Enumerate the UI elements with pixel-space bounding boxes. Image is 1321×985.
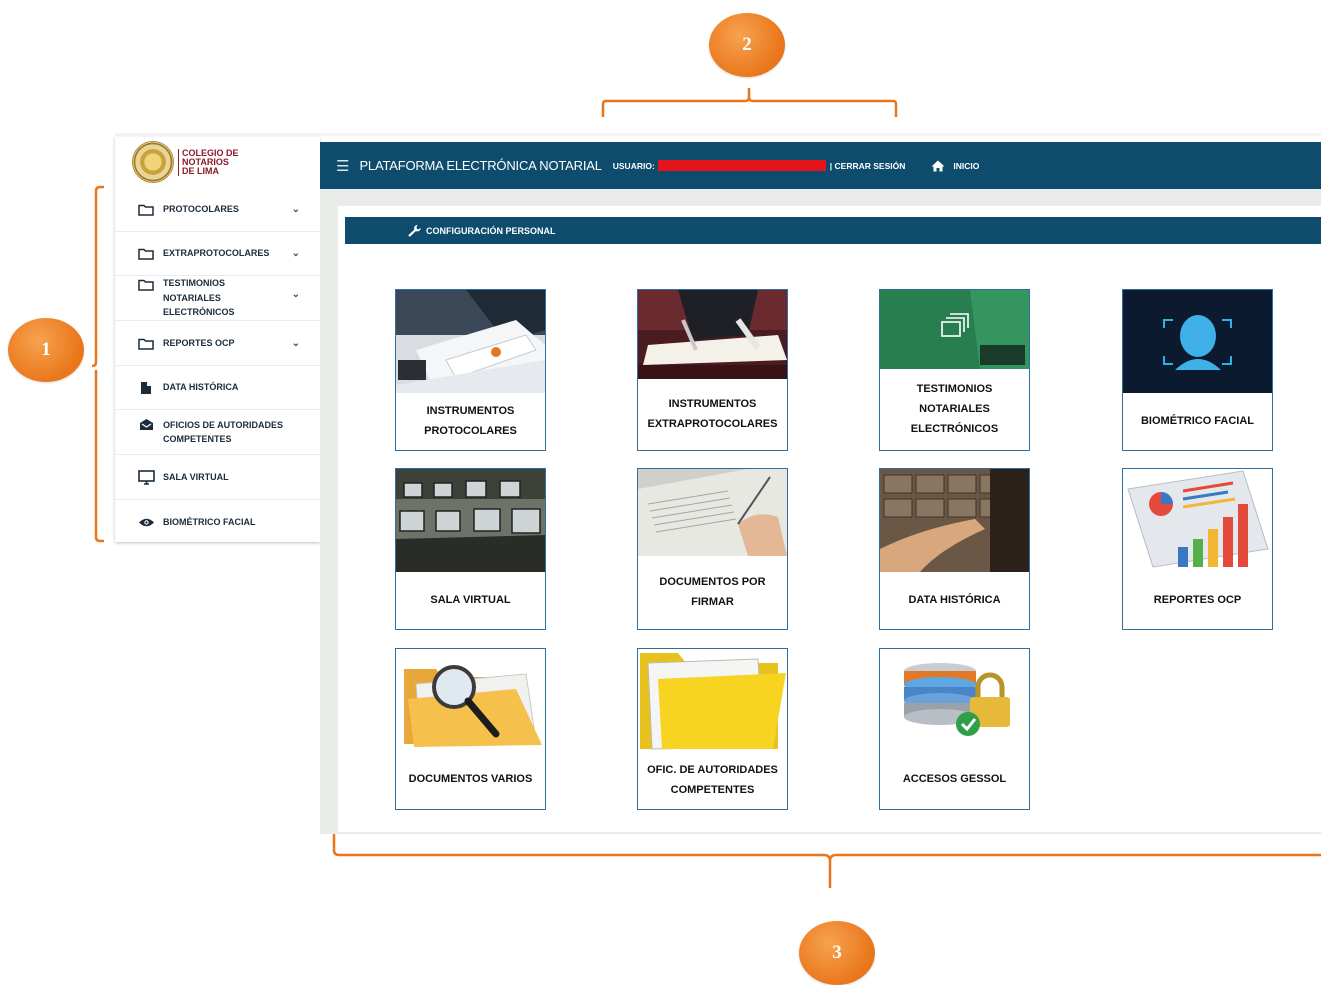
tile-label: OFIC. DE AUTORIDADES COMPETENTES [647,764,778,796]
home-label: INICIO [953,160,980,171]
archive-drawer-photo [880,469,1029,572]
tile-instrumentos-protocolares[interactable]: INSTRUMENTOS PROTOCOLARES [395,289,546,451]
tile-instrumentos-extraprotocolares[interactable]: INSTRUMENTOS EXTRAPROTOCOLARES [637,289,788,451]
sidebar-item-data-historica[interactable]: DATA HISTÓRICA [115,366,320,410]
sidebar-item-extraprotocolares[interactable]: EXTRAPROTOCOLARES ⌄ [115,232,320,276]
pen-signing-photo [638,290,787,379]
tile-testimonios-notariales[interactable]: TESTIMONIOS NOTARIALES ELECTRÓNICOS [879,289,1030,451]
user-label: USUARIO: [612,160,655,171]
reports-chart-image [1123,469,1272,572]
logo[interactable]: COLEGIO DE NOTARIOS DE LIMA [115,137,320,187]
envelope-open-icon [137,418,155,431]
sidebar: COLEGIO DE NOTARIOS DE LIMA PROTOCOLARES… [115,137,320,542]
tile-label: REPORTES OCP [1153,594,1242,606]
top-navbar: ☰ PLATAFORMA ELECTRÓNICA NOTARIAL USUARI… [320,142,1321,189]
tile-label: DATA HISTÓRICA [908,594,1001,606]
chevron-down-icon[interactable]: ⌄ [292,338,300,349]
sidebar-item-reportes-ocp[interactable]: REPORTES OCP ⌄ [115,321,320,366]
folder-icon [137,337,155,350]
logo-text: COLEGIO DE NOTARIOS DE LIMA [178,148,239,176]
folder-icon [137,247,155,260]
redacted-username [657,160,826,171]
tile-label: TESTIMONIOS NOTARIALES ELECTRÓNICOS [910,383,999,435]
eye-icon [137,517,155,528]
tile-label: DOCUMENTOS POR FIRMAR [659,576,766,608]
document-signing-photo [396,290,545,393]
tile-accesos-gessol[interactable]: ACCESOS GESSOL [879,648,1030,810]
top-divider [115,133,1321,136]
sidebar-item-sala-virtual[interactable]: SALA VIRTUAL [115,455,320,500]
chevron-down-icon[interactable]: ⌄ [292,204,300,215]
home-link[interactable]: INICIO [931,160,979,172]
sidebar-item-biometrico[interactable]: BIOMÉTRICO FACIAL [115,500,320,544]
tile-label: INSTRUMENTOS PROTOCOLARES [424,405,517,437]
monitor-icon [137,469,155,485]
yellow-folder-image [638,649,787,752]
sidebar-item-testimonios[interactable]: TESTIMONIOS NOTARIALES ELECTRÓNICOS ⌄ [115,276,320,321]
folder-magnifier-image [396,649,545,750]
computer-room-photo [396,469,545,572]
digital-files-photo [880,290,1029,369]
hamburger-menu-icon[interactable]: ☰ [336,157,349,175]
platform-title: PLATAFORMA ELECTRÓNICA NOTARIAL [359,158,602,173]
chevron-down-icon[interactable]: ⌄ [292,248,300,259]
chevron-down-icon[interactable]: ⌄ [292,289,300,300]
tile-sala-virtual[interactable]: SALA VIRTUAL [395,468,546,630]
home-icon [931,160,945,171]
database-lock-image [880,649,1029,750]
face-scan-image [1123,290,1272,393]
tile-documentos-varios[interactable]: DOCUMENTOS VARIOS [395,648,546,810]
tile-reportes-ocp[interactable]: REPORTES OCP [1122,468,1273,630]
config-label: CONFIGURACIÓN PERSONAL [426,225,556,236]
logout-link[interactable]: | CERRAR SESIÓN [830,161,906,171]
sidebar-item-protocolares[interactable]: PROTOCOLARES ⌄ [115,187,320,232]
tile-label: DOCUMENTOS VARIOS [408,773,533,785]
sidebar-item-oficios[interactable]: OFICIOS DE AUTORIDADES COMPETENTES [115,410,320,455]
folder-icon [137,278,155,291]
tile-label: INSTRUMENTOS EXTRAPROTOCOLARES [647,398,778,430]
tile-label: SALA VIRTUAL [430,594,511,606]
tile-ofic-autoridades[interactable]: OFIC. DE AUTORIDADES COMPETENTES [637,648,788,810]
tile-label: BIOMÉTRICO FACIAL [1140,415,1255,427]
tile-documentos-por-firmar[interactable]: DOCUMENTOS POR FIRMAR [637,468,788,630]
folder-icon [137,203,155,216]
wrench-icon [407,224,422,238]
personal-config-bar[interactable]: CONFIGURACIÓN PERSONAL [345,217,1321,244]
logo-seal-icon [132,141,174,183]
tile-label: ACCESOS GESSOL [902,773,1007,785]
tile-biometrico-facial[interactable]: BIOMÉTRICO FACIAL [1122,289,1273,451]
file-icon [137,381,155,395]
hand-signing-photo [638,469,787,556]
tile-data-historica[interactable]: DATA HISTÓRICA [879,468,1030,630]
